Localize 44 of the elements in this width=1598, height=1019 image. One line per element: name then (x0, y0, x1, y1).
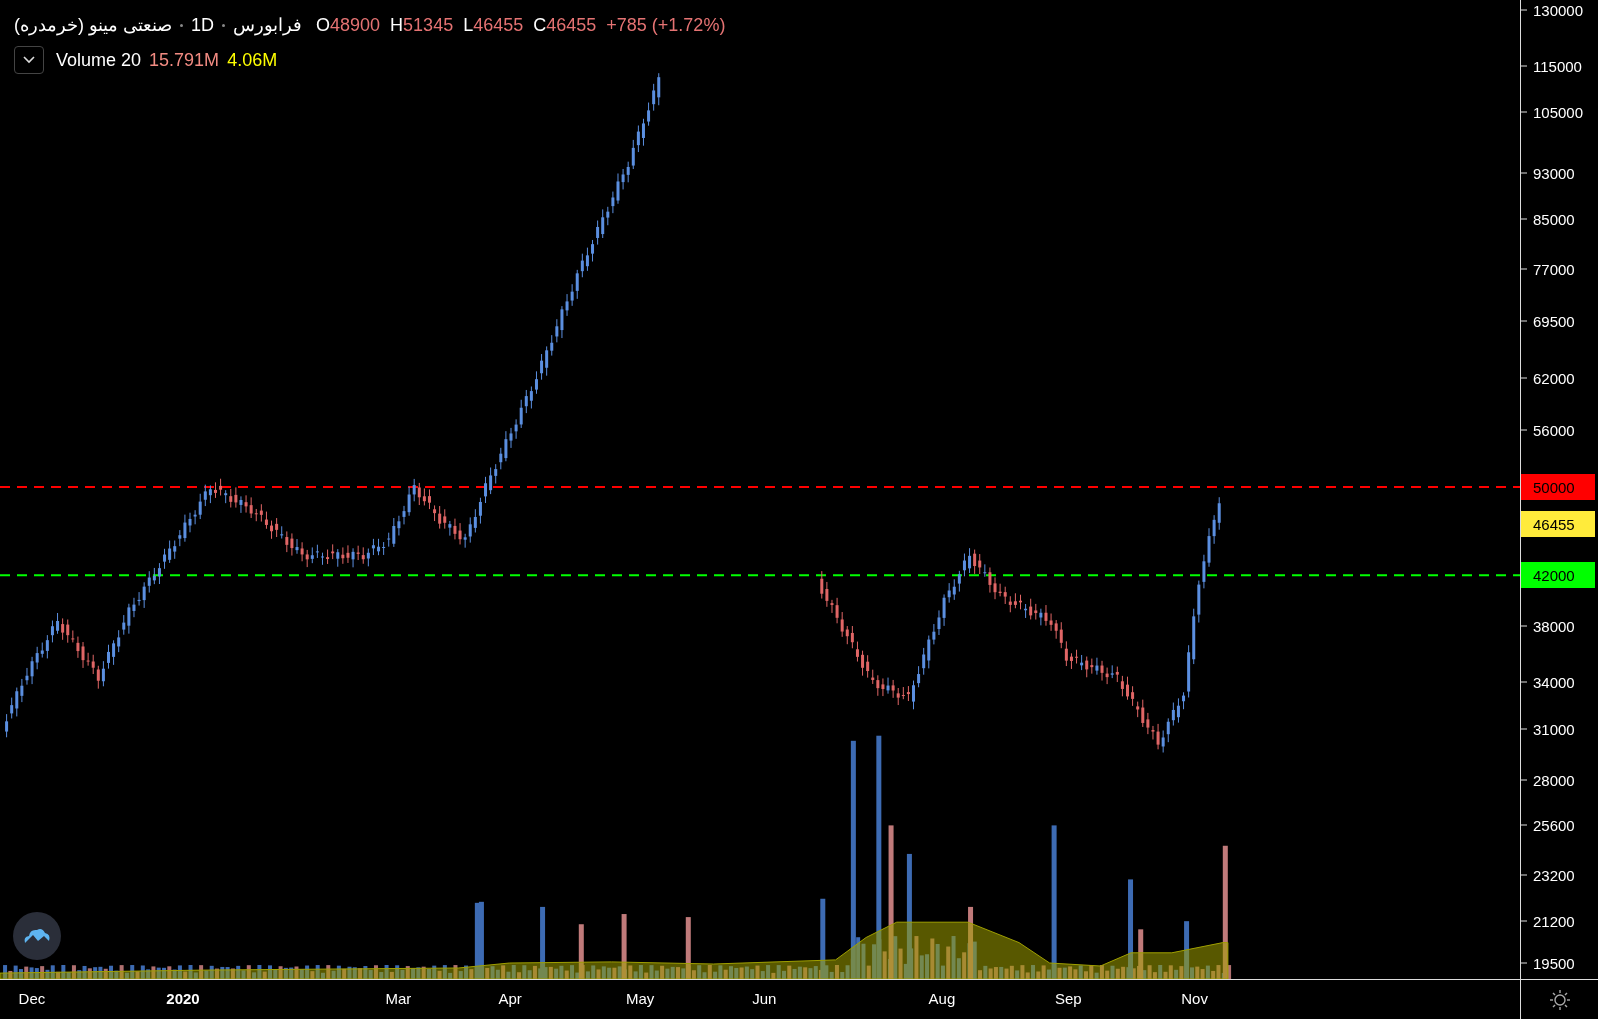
price-tick-label: 38000 (1533, 617, 1575, 635)
indicator-value: 4.06M (227, 49, 278, 71)
price-label: 46455 (1521, 511, 1595, 538)
time-tick-label: Nov (1181, 990, 1208, 1007)
time-tick-label: Jun (752, 990, 777, 1007)
price-tick-label: 19500 (1533, 954, 1575, 972)
price-tick-label: 21200 (1533, 912, 1575, 930)
price-tick-label: 56000 (1533, 421, 1575, 439)
price-tick-label: 85000 (1533, 210, 1575, 228)
price-tick-label: 77000 (1533, 260, 1575, 278)
price-tick-label: 105000 (1533, 103, 1584, 121)
time-tick-label: Aug (928, 990, 956, 1007)
price-tick-label: 28000 (1533, 771, 1575, 789)
price-label: 42000 (1521, 562, 1595, 589)
time-tick-label: Mar (385, 990, 412, 1007)
ohlc-value: C46455 (533, 14, 597, 36)
price-tick-label: 34000 (1533, 673, 1575, 691)
ohlc-value: L46455 (463, 14, 524, 36)
price-tick-label: 25600 (1533, 816, 1575, 834)
price-tick-label: 130000 (1533, 1, 1584, 19)
ohlc-value: H51345 (390, 14, 454, 36)
collapse-button[interactable] (14, 46, 44, 74)
indicator-value: 15.791M (149, 49, 220, 71)
price-tick-label: 93000 (1533, 164, 1575, 182)
time-tick-label: Sep (1054, 990, 1082, 1007)
settings-icon[interactable] (1548, 988, 1571, 1011)
time-tick-label: Dec (18, 990, 46, 1007)
price-tick-label: 62000 (1533, 369, 1575, 387)
price-tick-label: 115000 (1533, 57, 1582, 75)
time-tick-label: 2020 (166, 990, 200, 1007)
price-tick-label: 69500 (1533, 312, 1575, 330)
caret-icon (23, 56, 35, 64)
price-change: +785 (+1.72%) (606, 14, 726, 36)
indicator-name: Volume 20 (56, 49, 142, 71)
interval-label: 1D (191, 14, 214, 36)
time-tick-label: May (625, 990, 655, 1007)
symbol-name: صنعتی مینو (خرمدره) (14, 14, 172, 36)
logo-button[interactable] (13, 912, 61, 960)
time-tick-label: Apr (498, 990, 522, 1007)
ohlc-value: O48900 (316, 14, 381, 36)
price-tick-label: 31000 (1533, 720, 1575, 738)
price-tick-label: 23200 (1533, 866, 1575, 884)
exchange-name: فرابورس (233, 14, 302, 36)
price-label: 50000 (1521, 474, 1595, 500)
